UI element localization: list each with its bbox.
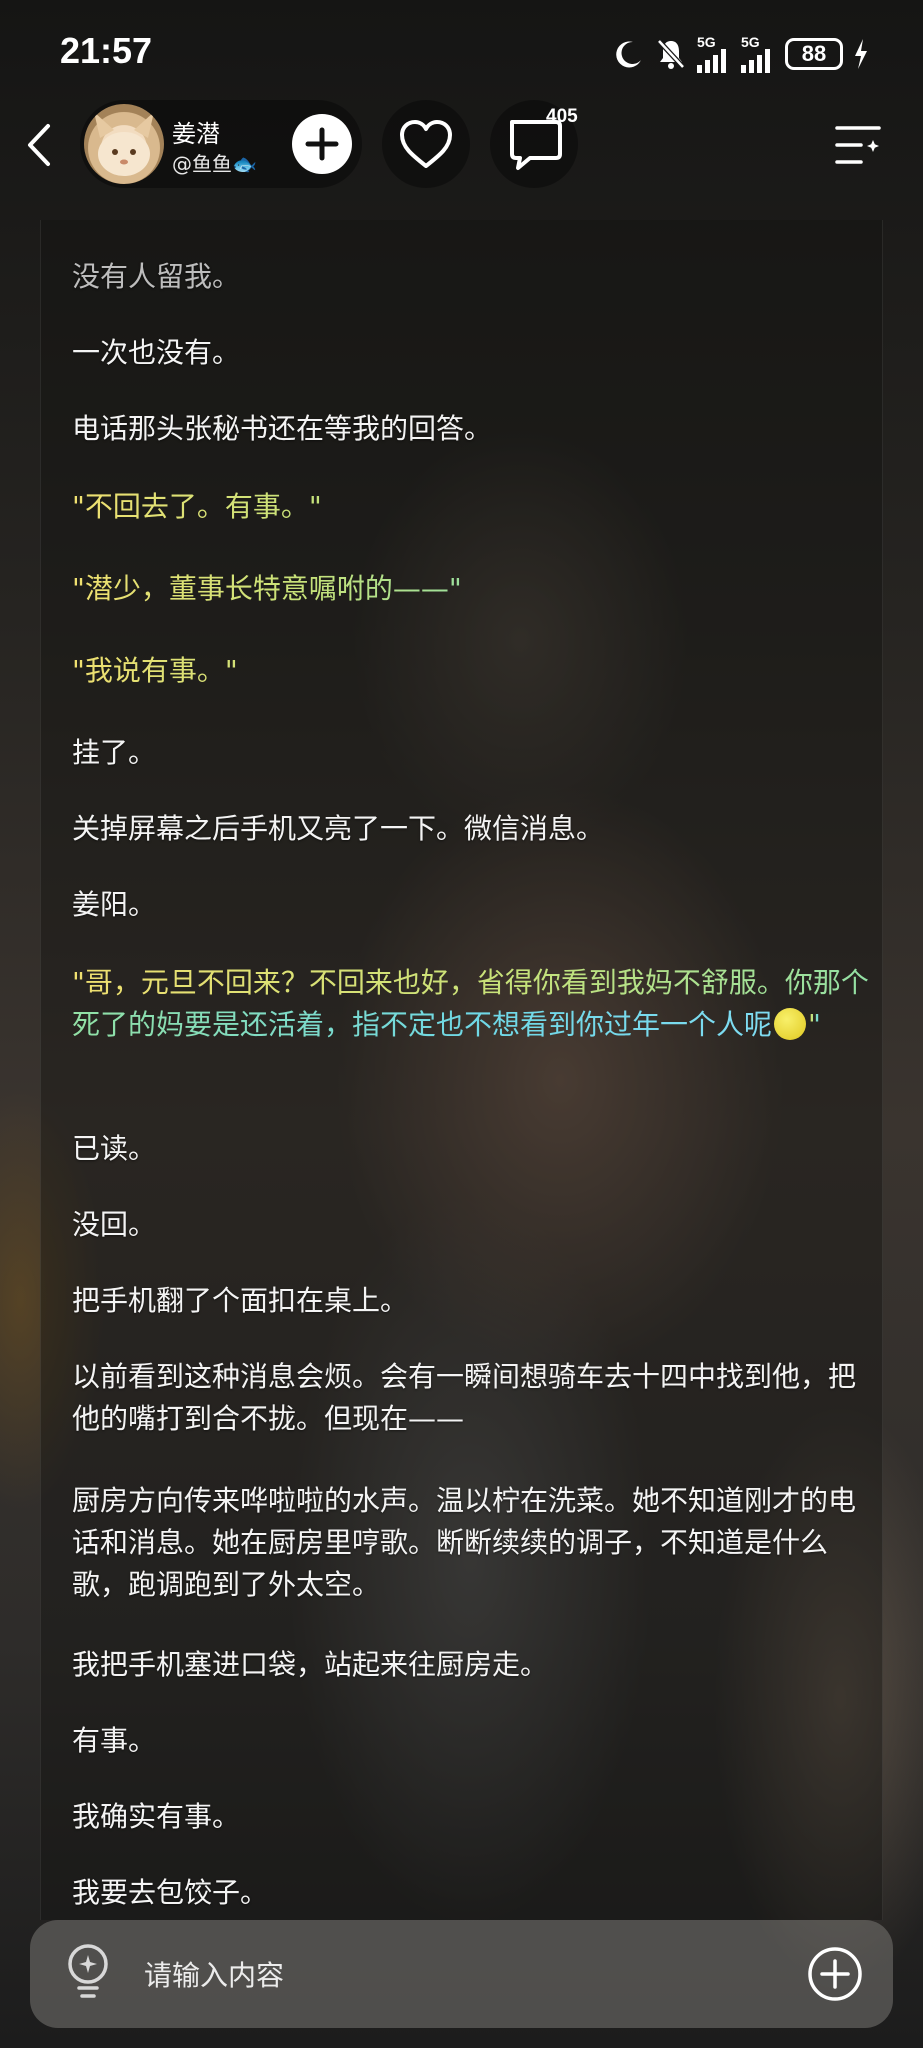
paragraph: 没回。 xyxy=(72,1208,157,1241)
author-pill[interactable]: 姜潜 @鱼鱼🐟 xyxy=(80,100,362,188)
author-handle: @鱼鱼🐟 xyxy=(172,152,257,176)
author-name[interactable]: 姜潜 xyxy=(172,114,220,149)
like-button[interactable] xyxy=(382,100,470,188)
status-icons: 5G 5G 88 xyxy=(613,34,869,74)
dialogue-paragraph: "不回去了。有事。" xyxy=(72,486,872,528)
paragraph: 已读。 xyxy=(72,1132,157,1165)
avatar[interactable] xyxy=(84,104,164,184)
paragraph: 我确实有事。 xyxy=(72,1800,241,1833)
charging-icon xyxy=(855,39,867,69)
paragraph: 我把手机塞进口袋，站起来往厨房走。 xyxy=(72,1648,549,1681)
moon-icon xyxy=(616,41,641,68)
network-label-1: 5G xyxy=(697,34,716,50)
dialogue-text: "哥，元旦不回来？不回来也好，省得你看到我妈不舒服。你那个死了的妈要是还活着，指… xyxy=(72,966,869,1041)
battery-level: 88 xyxy=(801,41,827,66)
status-bar: 21:57 5G 5G 88 xyxy=(0,0,923,110)
menu-icon[interactable] xyxy=(835,124,881,166)
lightbulb-icon[interactable] xyxy=(64,1942,112,2002)
dialogue-close-quote: " xyxy=(808,1008,821,1041)
dialogue-paragraph: "我说有事。" xyxy=(72,650,872,692)
signal-group-1: 5G xyxy=(697,35,731,73)
status-time: 21:57 xyxy=(60,30,153,71)
paragraph: 厨房方向传来哗啦啦的水声。温以柠在洗菜。她不知道刚才的电话和消息。她在厨房里哼歌… xyxy=(72,1484,857,1601)
paragraph: 关掉屏幕之后手机又亮了一下。微信消息。 xyxy=(72,812,605,845)
signal-icon xyxy=(741,49,770,73)
paragraph: 没有人留我。 xyxy=(72,260,241,293)
paragraph: 把手机翻了个面扣在桌上。 xyxy=(72,1284,409,1317)
paragraph: 姜阳。 xyxy=(72,888,157,921)
mute-bell-icon xyxy=(657,39,685,69)
paragraph: 我要去包饺子。 xyxy=(72,1876,269,1909)
dialogue-paragraph: "哥，元旦不回来？不回来也好，省得你看到我妈不舒服。你那个死了的妈要是还活着，指… xyxy=(72,962,872,1046)
article-header: 姜潜 @鱼鱼🐟 405 xyxy=(0,100,923,190)
signal-icon xyxy=(697,49,726,73)
back-icon[interactable] xyxy=(20,120,60,170)
plus-icon xyxy=(305,127,339,161)
dialogue-paragraph: "潜少，董事长特意嘱咐的——" xyxy=(72,568,872,610)
paragraph: 电话那头张秘书还在等我的回答。 xyxy=(72,412,493,445)
add-circle-icon[interactable] xyxy=(807,1946,863,2002)
follow-button[interactable] xyxy=(292,114,352,174)
comment-input[interactable]: 请输入内容 xyxy=(144,1954,284,1994)
comment-input-bar[interactable]: 请输入内容 xyxy=(30,1920,893,2028)
paragraph: 一次也没有。 xyxy=(72,336,241,369)
network-label-2: 5G xyxy=(741,34,760,50)
paragraph: 有事。 xyxy=(72,1724,157,1757)
signal-group-2: 5G xyxy=(741,35,775,73)
emoji-icon xyxy=(774,1008,807,1040)
article-body[interactable]: 没有人留我。 一次也没有。 电话那头张秘书还在等我的回答。 "不回去了。有事。"… xyxy=(40,220,883,1920)
battery-icon: 88 xyxy=(785,38,843,70)
comment-count: 405 xyxy=(546,106,578,127)
paragraph: 以前看到这种消息会烦。会有一瞬间想骑车去十四中找到他，把他的嘴打到合不拢。但现在… xyxy=(72,1360,857,1435)
heart-icon xyxy=(400,120,452,168)
avatar-image xyxy=(94,112,154,176)
paragraph: 挂了。 xyxy=(72,736,157,769)
